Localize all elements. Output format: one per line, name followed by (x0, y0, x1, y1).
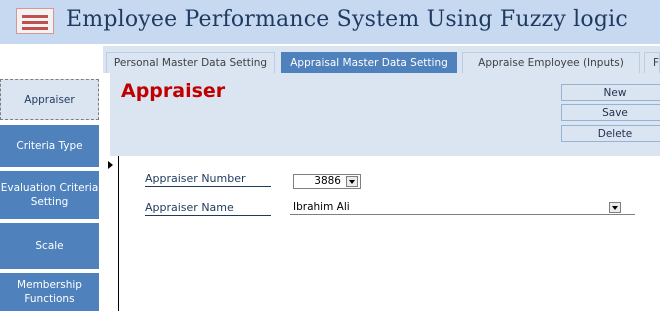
appraiser-name-value: Ibrahim Ali (293, 201, 350, 213)
appraiser-number-label: Appraiser Number (145, 172, 271, 187)
new-button[interactable]: New (561, 84, 660, 101)
sidebar-item-criteria-type[interactable]: Criteria Type (0, 125, 99, 167)
appraiser-number-dropdown-button[interactable] (346, 176, 358, 187)
sidebar-item-membership-functions[interactable]: Membership Functions (0, 273, 99, 311)
chevron-down-icon (349, 180, 355, 184)
sidebar-item-scale[interactable]: Scale (0, 223, 99, 269)
form-title: Appraiser (121, 80, 226, 102)
appraiser-name-label: Appraiser Name (145, 201, 271, 216)
sidebar-item-appraiser[interactable]: Appraiser (0, 79, 99, 120)
appraiser-number-combo[interactable]: 3886 (293, 174, 361, 189)
form-icon (16, 8, 54, 34)
appraiser-number-value: 3886 (314, 175, 341, 187)
appraiser-name-combo[interactable]: Ibrahim Ali (290, 201, 635, 215)
delete-button[interactable]: Delete (561, 125, 660, 142)
tab-appraisal-master-data-setting[interactable]: Appraisal Master Data Setting (281, 52, 457, 73)
current-record-arrow-icon (108, 161, 113, 169)
save-button[interactable]: Save (561, 104, 660, 121)
tab-personal-master-data-setting[interactable]: Personal Master Data Setting (106, 52, 275, 73)
app-title: Employee Performance System Using Fuzzy … (66, 7, 628, 32)
record-selector[interactable] (103, 156, 119, 311)
tab-appraise-employee-inputs[interactable]: Appraise Employee (Inputs) (462, 52, 640, 73)
chevron-down-icon (612, 206, 618, 210)
appraiser-name-dropdown-button[interactable] (609, 202, 621, 213)
title-bar: Employee Performance System Using Fuzzy … (0, 0, 660, 46)
sidebar-item-evaluation-criteria-setting[interactable]: Evaluation Criteria Setting (0, 171, 99, 219)
tab-partially-visible[interactable]: F (644, 52, 660, 73)
